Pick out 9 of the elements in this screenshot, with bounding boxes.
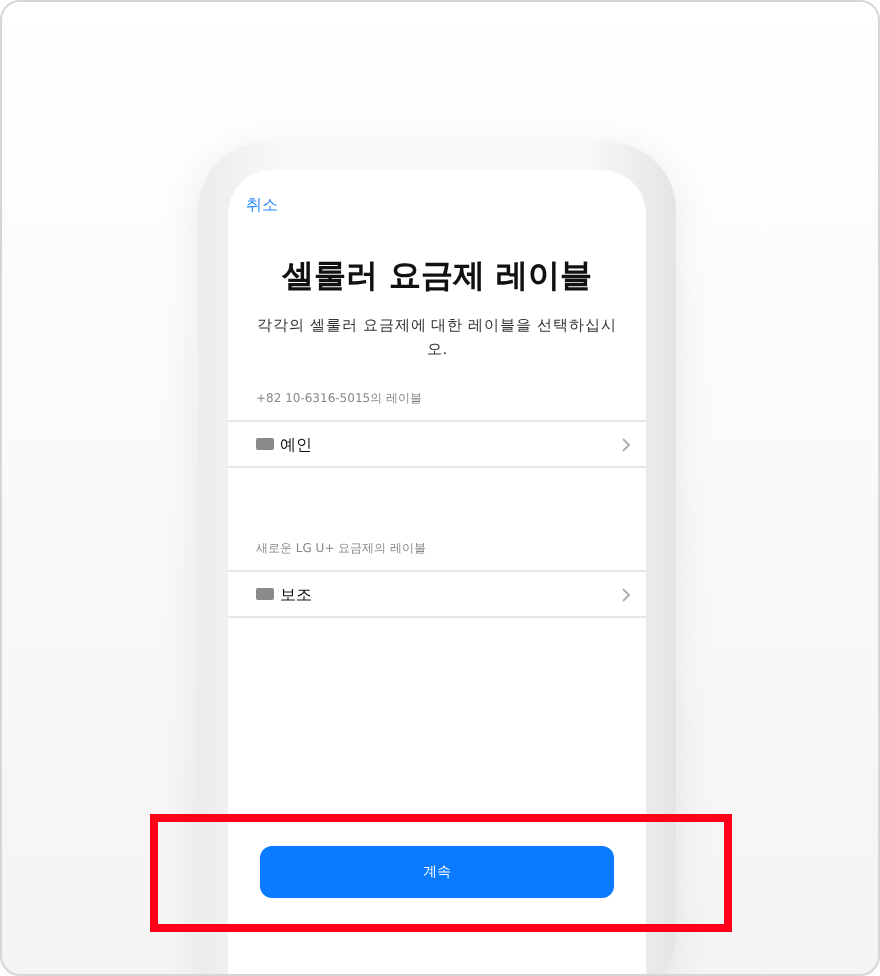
label-row[interactable]: 예인: [228, 420, 646, 468]
label-row[interactable]: 보조: [228, 570, 646, 618]
chevron-icon: [622, 437, 630, 451]
row-label: 보조: [280, 583, 314, 605]
row-label: 예인: [280, 433, 314, 455]
line-tag-icon: [256, 438, 274, 450]
page-title: 셀룰러 요금제 레이블: [279, 256, 595, 298]
chevron-icon: [622, 587, 630, 601]
line-tag-icon: [256, 588, 274, 600]
